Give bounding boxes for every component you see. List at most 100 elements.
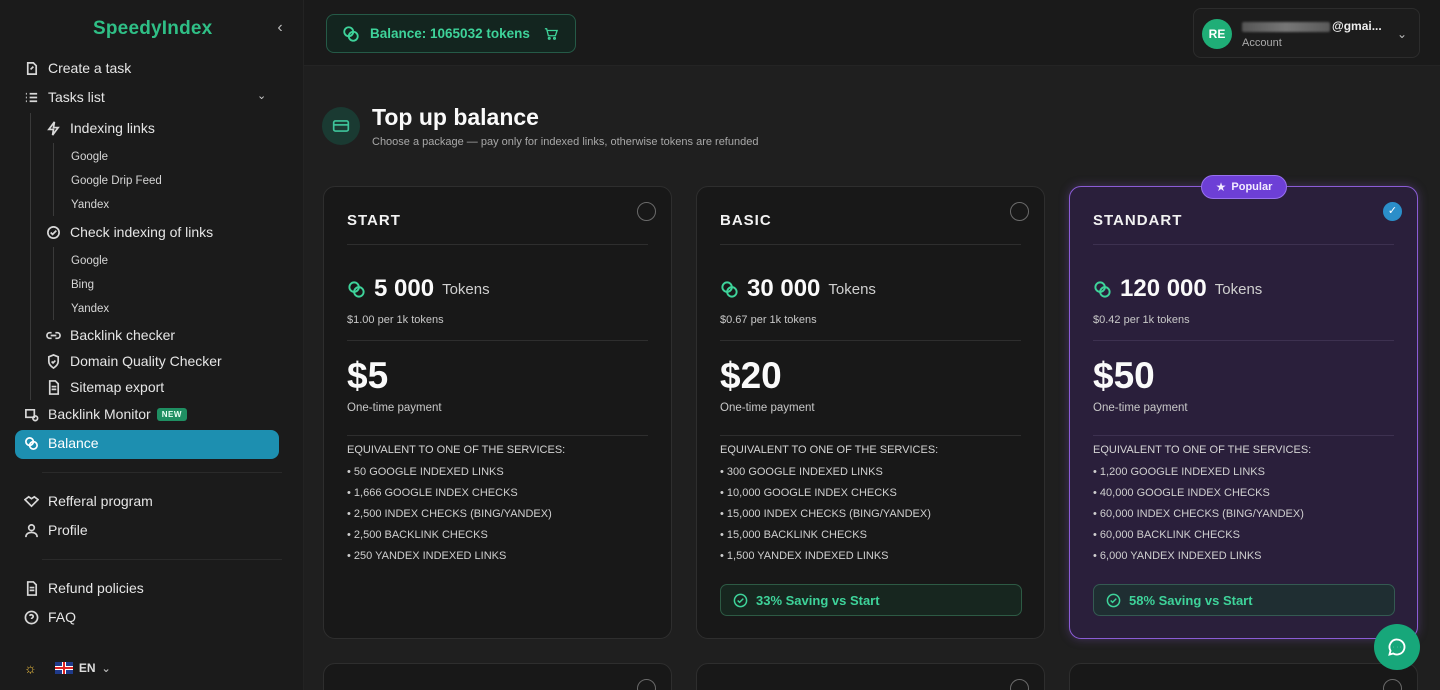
nav-indexing-links[interactable]: Indexing links [45,120,155,136]
sun-icon[interactable]: ☼ [24,660,37,676]
list-item: • 10,000 GOOGLE INDEX CHECKS [720,487,897,499]
sub-check-google[interactable]: Google [71,255,108,267]
package-price: $50 [1093,355,1155,396]
nav-sitemap-export[interactable]: Sitemap export [45,379,164,395]
package-radio[interactable] [637,679,656,690]
list-item: • 40,000 GOOGLE INDEX CHECKS [1093,487,1270,499]
package-price: $5 [347,355,389,396]
sidebar: SpeedyIndex ‹ Create a task Tasks list ⌄… [0,0,304,690]
nav-backlink-monitor-label: Backlink Monitor [48,406,151,422]
package-radio-checked[interactable]: ✓ [1383,202,1402,221]
saving-label: 33% Saving vs Start [756,592,880,608]
package-card-partial[interactable] [323,663,672,690]
token-amount: 30 000 [747,275,821,302]
nav-domain-quality-label: Domain Quality Checker [70,353,222,369]
star-icon: ★ [1215,180,1227,194]
nav-indexing-links-label: Indexing links [70,120,155,136]
package-card-partial[interactable] [1069,663,1418,690]
sub-indexing-google[interactable]: Google [71,151,108,163]
equivalent-list: • 1,200 GOOGLE INDEXED LINKS • 40,000 GO… [1093,466,1304,571]
divider [720,244,1021,245]
nav-backlink-checker[interactable]: Backlink checker [45,327,175,343]
nav-profile[interactable]: Profile [23,522,88,538]
handshake-icon [23,493,39,509]
language-selector[interactable]: EN [79,661,96,675]
tree-line [30,113,31,400]
coins-icon [348,280,365,298]
equivalent-heading: EQUIVALENT TO ONE OF THE SERVICES: [720,444,939,456]
link-icon [45,327,61,343]
nav-profile-label: Profile [48,522,88,538]
coins-icon [23,435,39,451]
divider [42,559,282,560]
token-unit: Tokens [442,280,490,298]
check-circle-icon [733,593,748,607]
chat-support-button[interactable] [1374,624,1420,670]
package-radio[interactable] [1383,679,1402,690]
package-name: STANDART [1093,212,1183,229]
list-item: • 60,000 INDEX CHECKS (BING/YANDEX) [1093,508,1304,520]
nav-tasks-list-label: Tasks list [48,89,105,105]
nav-balance-label: Balance [48,435,99,451]
nav-check-indexing-label: Check indexing of links [70,224,214,240]
list-item: • 250 YANDEX INDEXED LINKS [347,550,507,562]
list-item: • 15,000 BACKLINK CHECKS [720,529,867,541]
payment-type: One-time payment [720,402,815,414]
token-amount: 120 000 [1120,275,1207,302]
sub-check-yandex[interactable]: Yandex [71,303,109,315]
token-row: 30 000 Tokens [720,275,876,303]
package-radio[interactable] [1010,202,1029,221]
nav-create-task[interactable]: Create a task [23,60,131,76]
document-icon [23,580,39,596]
document-icon [45,379,61,395]
balance-label: Balance: 1065032 tokens [370,26,530,41]
monitor-icon [23,406,39,422]
nav-referral-label: Refferal program [48,493,153,509]
sub-indexing-yandex[interactable]: Yandex [71,199,109,211]
package-card-standart[interactable]: ★ Popular STANDART ✓ 120 000 Tokens $0.4… [1069,175,1418,639]
divider [720,340,1021,341]
account-menu[interactable]: RE @gmai... Account ⌄ [1193,8,1420,58]
token-unit: Tokens [1214,280,1263,298]
bolt-icon [45,120,61,136]
cart-icon[interactable] [544,27,558,41]
sub-check-bing[interactable]: Bing [71,279,94,291]
chevron-down-icon[interactable]: ⌄ [102,662,111,675]
price-per-1k: $0.67 per 1k tokens [720,314,817,326]
price-per-1k: $1.00 per 1k tokens [347,314,444,326]
chevron-down-icon: ⌄ [257,90,267,102]
package-radio[interactable] [1010,679,1029,690]
card-payment-icon [322,107,360,145]
balance-pill[interactable]: Balance: 1065032 tokens [326,14,576,53]
nav-backlink-monitor[interactable]: Backlink Monitor NEW [23,406,187,422]
popular-label: Popular [1231,181,1273,193]
nav-referral[interactable]: Refferal program [23,493,153,509]
token-row: 120 000 Tokens [1093,275,1262,303]
divider [347,340,648,341]
package-card-start[interactable]: START 5 000 Tokens $1.00 per 1k tokens $… [323,186,672,639]
coins-icon [721,280,738,298]
collapse-sidebar-icon[interactable]: ‹ [272,20,288,36]
list-item: • 2,500 BACKLINK CHECKS [347,529,488,541]
price-per-1k: $0.42 per 1k tokens [1093,314,1190,326]
nav-tasks-list[interactable]: Tasks list ⌄ [23,89,273,105]
package-radio[interactable] [637,202,656,221]
nav-balance[interactable]: Balance [23,435,99,451]
account-label: Account [1242,37,1282,49]
sub-indexing-google-drip[interactable]: Google Drip Feed [71,175,162,187]
nav-sitemap-export-label: Sitemap export [70,379,165,395]
page-subtitle: Choose a package — pay only for indexed … [372,136,759,148]
nav-check-indexing[interactable]: Check indexing of links [45,224,213,240]
new-badge: NEW [156,407,187,421]
list-item: • 300 GOOGLE INDEXED LINKS [720,466,883,478]
tree-line [53,143,54,216]
app-logo[interactable]: SpeedyIndex [93,18,212,40]
nav-faq[interactable]: FAQ [23,609,76,625]
nav-refund[interactable]: Refund policies [23,580,144,596]
equivalent-heading: EQUIVALENT TO ONE OF THE SERVICES: [1093,444,1312,456]
nav-domain-quality[interactable]: Domain Quality Checker [45,353,222,369]
language-bar: ☼ EN ⌄ [24,660,111,676]
package-card-partial[interactable] [696,663,1045,690]
equivalent-heading: EQUIVALENT TO ONE OF THE SERVICES: [347,444,566,456]
package-card-basic[interactable]: BASIC 30 000 Tokens $0.67 per 1k tokens … [696,186,1045,639]
